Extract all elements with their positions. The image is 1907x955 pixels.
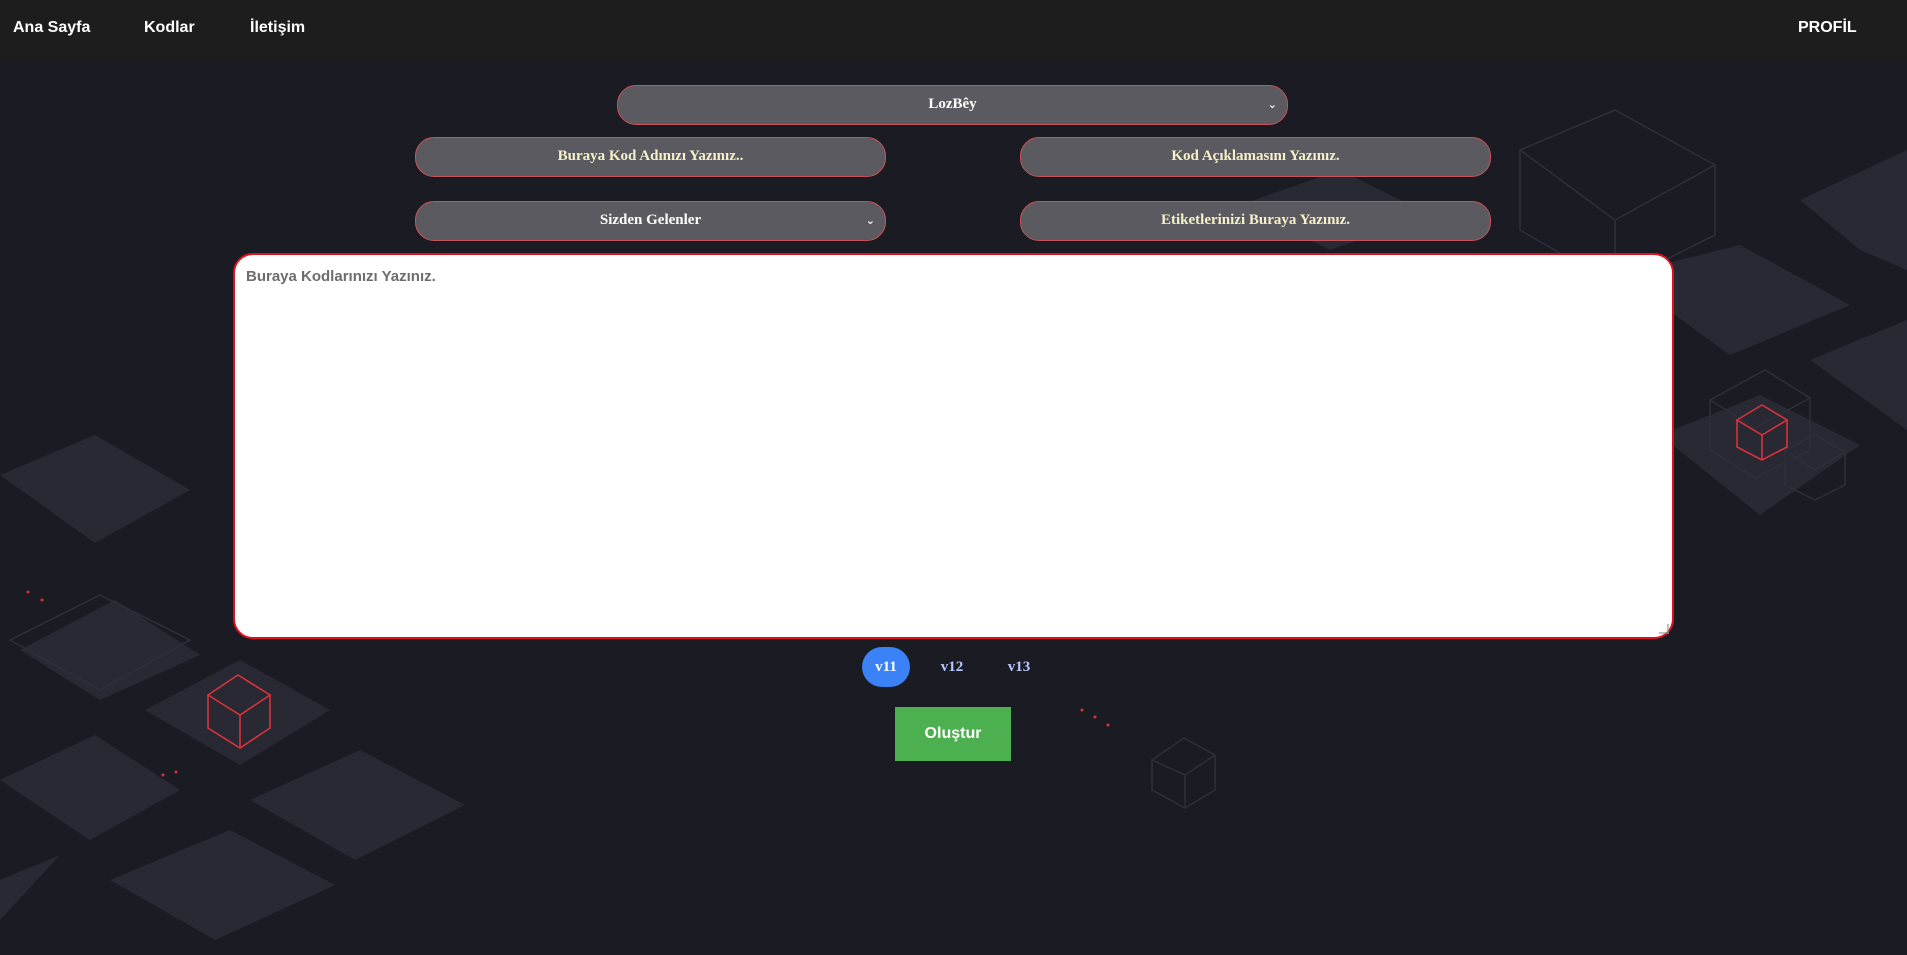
top-navbar: Ana Sayfa Kodlar İletişim PROFİL	[0, 0, 1907, 62]
tags-input[interactable]: Etiketlerinizi Buraya Yazınız.	[1020, 201, 1491, 241]
code-name-input[interactable]: Buraya Kod Adınızı Yazınız..	[415, 137, 886, 177]
nav-contact-link[interactable]: İletişim	[250, 19, 305, 37]
user-select[interactable]: LozBêy ⌄	[617, 85, 1288, 125]
chevron-down-icon: ⌄	[865, 214, 875, 227]
user-select-value: LozBêy	[928, 96, 977, 112]
code-textarea[interactable]: Buraya Kodlarınızı Yazınız.	[233, 253, 1674, 639]
category-select[interactable]: Sizden Gelenler ⌄	[415, 201, 886, 241]
nav-codes-link[interactable]: Kodlar	[144, 19, 195, 37]
nav-profile-link[interactable]: PROFİL	[1798, 19, 1857, 37]
resize-grip-icon[interactable]	[1659, 624, 1669, 634]
version-v13-button[interactable]: v13	[995, 647, 1043, 687]
create-button[interactable]: Oluştur	[895, 707, 1011, 761]
page: Ana Sayfa Kodlar İletişim PROFİL LozBêy …	[0, 0, 1907, 955]
nav-home-link[interactable]: Ana Sayfa	[13, 19, 90, 37]
code-description-placeholder: Kod Açıklamasını Yazınız.	[1171, 148, 1340, 164]
code-textarea-placeholder: Buraya Kodlarınızı Yazınız.	[246, 268, 436, 285]
version-v11-button[interactable]: v11	[862, 647, 910, 687]
chevron-down-icon: ⌄	[1267, 98, 1277, 111]
code-description-input[interactable]: Kod Açıklamasını Yazınız.	[1020, 137, 1491, 177]
code-name-placeholder: Buraya Kod Adınızı Yazınız..	[557, 148, 744, 164]
tags-placeholder: Etiketlerinizi Buraya Yazınız.	[1160, 212, 1350, 228]
category-select-value: Sizden Gelenler	[599, 212, 702, 228]
version-v12-button[interactable]: v12	[928, 647, 976, 687]
